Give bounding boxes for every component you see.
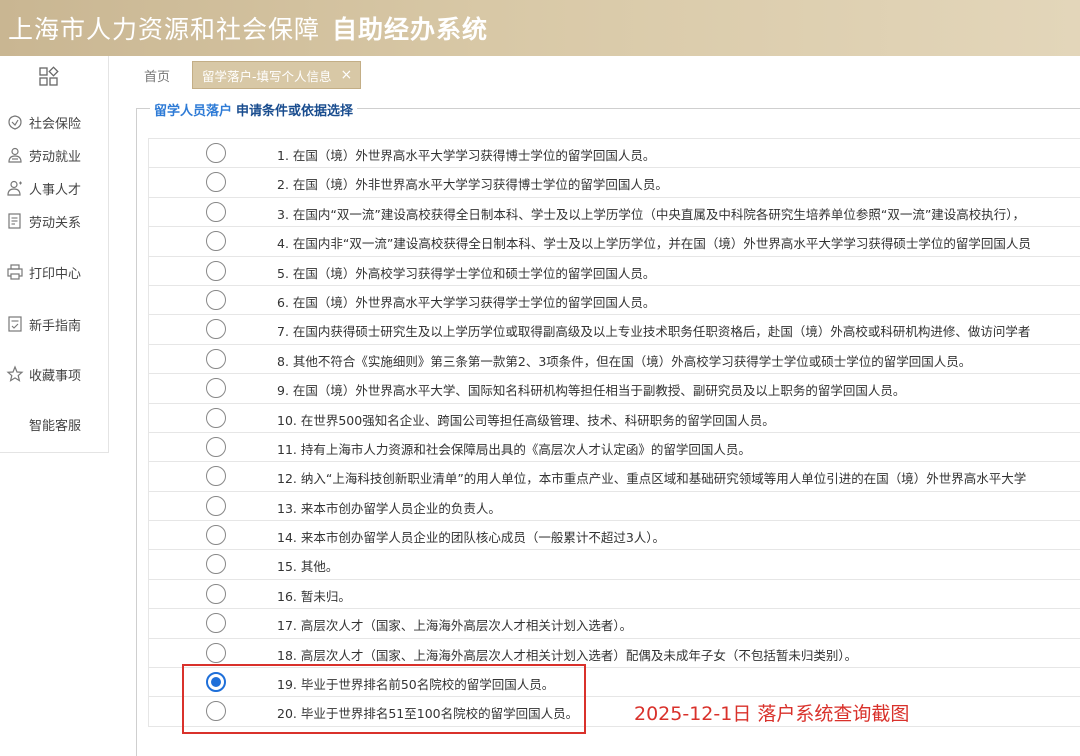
employment-icon bbox=[8, 147, 22, 163]
sidebar-item-label: 劳动就业 bbox=[29, 149, 82, 165]
option-radio[interactable] bbox=[206, 466, 226, 487]
fieldset-legend: 留学人员落户 申请条件或依据选择 bbox=[150, 100, 358, 119]
option-label: 17. 高层次人才（国家、上海海外高层次人才相关计划入选者）。 bbox=[277, 618, 633, 634]
table-row[interactable]: 3. 在国内“双一流”建设高校获得全日制本科、学士及以上学历学位（中央直属及中科… bbox=[149, 198, 1080, 228]
option-label: 16. 暂未归。 bbox=[277, 588, 351, 604]
option-radio[interactable] bbox=[206, 319, 226, 340]
option-label: 5. 在国（境）外高校学习获得学士学位和硕士学位的留学回国人员。 bbox=[277, 265, 656, 281]
close-icon[interactable]: × bbox=[341, 68, 353, 82]
app-title: 上海市人力资源和社会保障 bbox=[8, 15, 321, 44]
table-row[interactable]: 15. 其他。 bbox=[149, 550, 1080, 580]
tab-study-abroad-settlement[interactable]: 留学落户-填写个人信息 × bbox=[192, 61, 362, 89]
option-label: 11. 持有上海市人力资源和社会保障局出具的《高层次人才认定函》的留学回国人员。 bbox=[277, 441, 751, 457]
option-label: 7. 在国内获得硕士研究生及以上学历学位或取得副高级及以上专业技术职务任职资格后… bbox=[277, 324, 1031, 340]
option-label: 3. 在国内“双一流”建设高校获得全日制本科、学士及以上学历学位（中央直属及中科… bbox=[277, 206, 1026, 222]
option-label: 13. 来本市创办留学人员企业的负责人。 bbox=[277, 500, 501, 516]
option-radio[interactable] bbox=[206, 231, 226, 252]
annotation-note: 2025-12-1日 落户系统查询截图 bbox=[634, 703, 910, 725]
option-radio[interactable] bbox=[206, 407, 226, 428]
option-radio[interactable] bbox=[206, 143, 226, 163]
sidebar-item-label: 劳动关系 bbox=[29, 215, 82, 231]
sidebar-item-label: 智能客服 bbox=[29, 418, 82, 434]
table-row[interactable]: 8. 其他不符合《实施细则》第三条第一款第2、3项条件，但在国（境）外高校学习获… bbox=[149, 345, 1080, 375]
star-icon bbox=[6, 365, 24, 382]
tab-label: 留学落户-填写个人信息 bbox=[202, 68, 332, 84]
table-row[interactable]: 6. 在国（境）外世界高水平大学学习获得学士学位的留学回国人员。 bbox=[149, 286, 1080, 316]
highlight-box bbox=[182, 664, 586, 734]
sidebar-item-label: 社会保险 bbox=[29, 116, 82, 132]
option-radio[interactable] bbox=[206, 642, 226, 663]
table-row[interactable]: 5. 在国（境）外高校学习获得学士学位和硕士学位的留学回国人员。 bbox=[149, 257, 1080, 286]
option-radio[interactable] bbox=[206, 495, 226, 516]
option-label: 6. 在国（境）外世界高水平大学学习获得学士学位的留学回国人员。 bbox=[277, 294, 656, 310]
table-row[interactable]: 13. 来本市创办留学人员企业的负责人。 bbox=[149, 492, 1080, 522]
sidebar-item-label: 收藏事项 bbox=[29, 368, 82, 384]
social-insurance-icon bbox=[8, 115, 22, 130]
option-radio[interactable] bbox=[206, 378, 226, 399]
option-label: 8. 其他不符合《实施细则》第三条第一款第2、3项条件，但在国（境）外高校学习获… bbox=[277, 353, 972, 369]
sidebar-item-labor-relations[interactable]: 劳动关系 bbox=[6, 209, 81, 233]
sidebar-item-label: 人事人才 bbox=[29, 182, 82, 198]
option-radio[interactable] bbox=[206, 260, 226, 281]
tab-home[interactable]: 首页 bbox=[144, 66, 170, 85]
sidebar-item-print-center[interactable]: 打印中心 bbox=[6, 260, 81, 284]
option-label: 15. 其他。 bbox=[277, 559, 339, 575]
option-radio[interactable] bbox=[206, 554, 226, 575]
guide-icon bbox=[8, 316, 22, 332]
table-row[interactable]: 17. 高层次人才（国家、上海海外高层次人才相关计划入选者）。 bbox=[149, 609, 1080, 639]
table-row[interactable]: 1. 在国（境）外世界高水平大学学习获得博士学位的留学回国人员。 bbox=[149, 139, 1080, 169]
table-row[interactable]: 16. 暂未归。 bbox=[149, 580, 1080, 610]
table-row[interactable]: 12. 纳入“上海科技创新职业清单”的用人单位，本市重点产业、重点区域和基础研究… bbox=[149, 462, 1080, 492]
option-label: 12. 纳入“上海科技创新职业清单”的用人单位，本市重点产业、重点区域和基础研究… bbox=[277, 471, 1027, 487]
sidebar-item-favorites[interactable]: 收藏事项 bbox=[6, 362, 81, 386]
sidebar-item-smart-service[interactable]: 智能客服 bbox=[29, 412, 81, 436]
table-row[interactable]: 2. 在国（境）外非世界高水平大学学习获得博士学位的留学回国人员。 bbox=[149, 168, 1080, 198]
legend-category: 留学人员落户 bbox=[154, 104, 233, 119]
labor-relations-icon bbox=[8, 213, 21, 229]
option-radio[interactable] bbox=[206, 201, 226, 222]
tab-bar: 首页 留学落户-填写个人信息 × bbox=[108, 56, 1080, 96]
table-row[interactable]: 14. 来本市创办留学人员企业的团队核心成员（一般累计不超过3人）。 bbox=[149, 521, 1080, 551]
app-header: 上海市人力资源和社会保障 自助经办系统 bbox=[0, 0, 1080, 56]
table-row[interactable]: 11. 持有上海市人力资源和社会保障局出具的《高层次人才认定函》的留学回国人员。 bbox=[149, 433, 1080, 463]
app-subtitle: 自助经办系统 bbox=[332, 15, 489, 44]
sidebar-item-label: 新手指南 bbox=[29, 318, 82, 334]
option-label: 1. 在国（境）外世界高水平大学学习获得博士学位的留学回国人员。 bbox=[277, 148, 656, 163]
option-label: 4. 在国内非“双一流”建设高校获得全日制本科、学士及以上学历学位，并在国（境）… bbox=[277, 236, 1031, 252]
talent-icon bbox=[7, 180, 22, 196]
option-radio[interactable] bbox=[206, 525, 226, 546]
option-radio[interactable] bbox=[206, 172, 226, 193]
sidebar-item-social-insurance[interactable]: 社会保险 bbox=[6, 110, 81, 134]
option-label: 18. 高层次人才（国家、上海海外高层次人才相关计划入选者）配偶及未成年子女（不… bbox=[277, 647, 858, 663]
sidebar: 社会保险 劳动就业 人事人才 劳动关系 打印中心 新手指南 收藏事项 智能客服 bbox=[0, 56, 109, 453]
table-row[interactable]: 10. 在世界500强知名企业、跨国公司等担任高级管理、技术、科研职务的留学回国… bbox=[149, 404, 1080, 433]
grid-apps-icon[interactable] bbox=[38, 66, 60, 88]
sidebar-item-talent[interactable]: 人事人才 bbox=[6, 176, 81, 200]
option-label: 2. 在国（境）外非世界高水平大学学习获得博士学位的留学回国人员。 bbox=[277, 177, 668, 193]
printer-icon bbox=[7, 264, 23, 280]
sidebar-item-guide[interactable]: 新手指南 bbox=[6, 312, 81, 336]
table-row[interactable]: 9. 在国（境）外世界高水平大学、国际知名科研机构等担任相当于副教授、副研究员及… bbox=[149, 374, 1080, 404]
table-row[interactable]: 7. 在国内获得硕士研究生及以上学历学位或取得副高级及以上专业技术职务任职资格后… bbox=[149, 315, 1080, 345]
option-radio[interactable] bbox=[206, 613, 226, 634]
option-label: 10. 在世界500强知名企业、跨国公司等担任高级管理、技术、科研职务的留学回国… bbox=[277, 412, 775, 428]
option-radio[interactable] bbox=[206, 348, 226, 369]
option-radio[interactable] bbox=[206, 289, 226, 310]
table-row[interactable]: 4. 在国内非“双一流”建设高校获得全日制本科、学士及以上学历学位，并在国（境）… bbox=[149, 227, 1080, 257]
sidebar-item-employment[interactable]: 劳动就业 bbox=[6, 143, 81, 167]
option-label: 9. 在国（境）外世界高水平大学、国际知名科研机构等担任相当于副教授、副研究员及… bbox=[277, 383, 906, 399]
option-radio[interactable] bbox=[206, 436, 226, 457]
condition-options-table: 1. 在国（境）外世界高水平大学学习获得博士学位的留学回国人员。 2. 在国（境）… bbox=[148, 138, 1080, 727]
option-radio[interactable] bbox=[206, 583, 226, 604]
option-label: 14. 来本市创办留学人员企业的团队核心成员（一般累计不超过3人）。 bbox=[277, 530, 666, 546]
legend-title: 申请条件或依据选择 bbox=[236, 104, 354, 119]
sidebar-item-label: 打印中心 bbox=[29, 266, 82, 282]
